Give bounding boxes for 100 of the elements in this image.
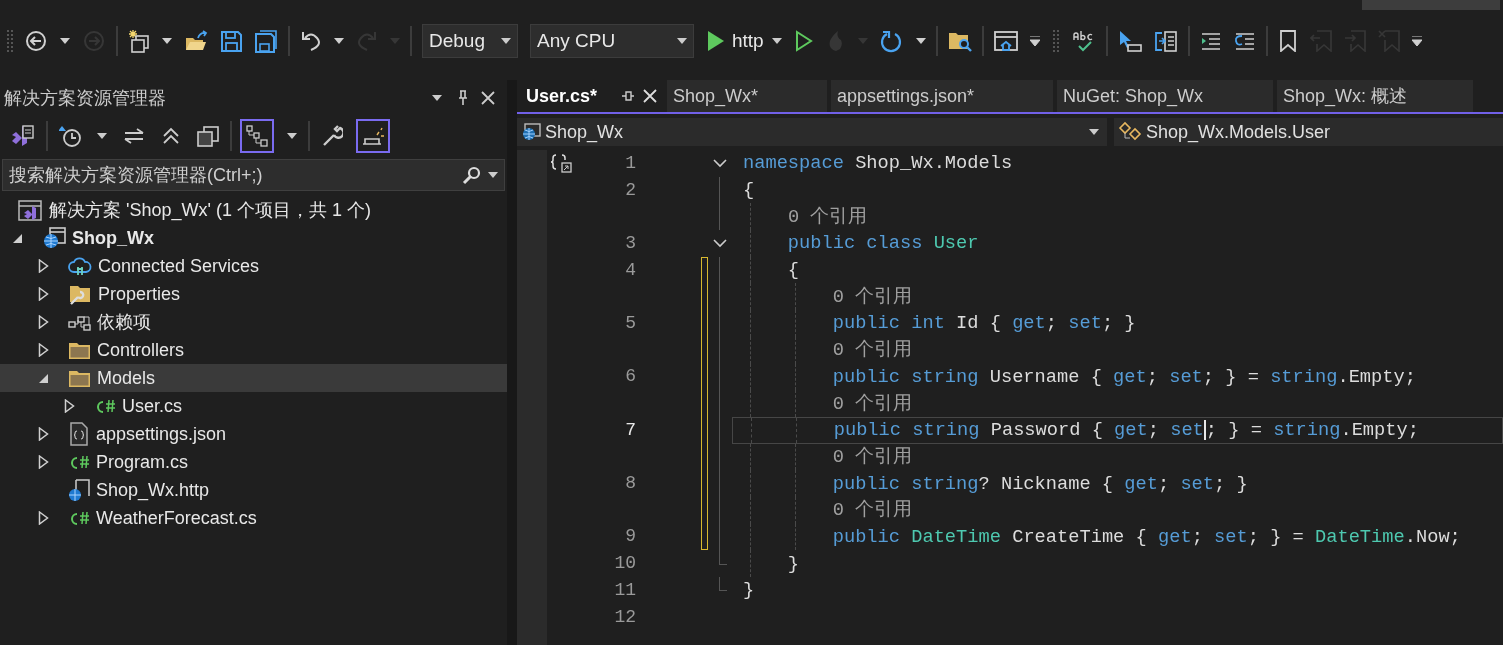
tree-item[interactable]: Shop_Wx.http	[0, 476, 507, 504]
tree-item[interactable]: Program.cs	[0, 448, 507, 476]
tree-item-label[interactable]: 解决方案 'Shop_Wx' (1 个项目，共 1 个)	[49, 196, 371, 224]
collapsed-arrow-icon[interactable]	[38, 455, 49, 469]
open-folder-icon[interactable]	[184, 30, 208, 52]
play-icon[interactable]	[793, 30, 814, 52]
member-dropdown[interactable]: Shop_Wx.Models.User	[1114, 118, 1503, 146]
collapsed-arrow-icon[interactable]	[38, 511, 49, 525]
save-icon[interactable]	[220, 29, 243, 53]
code-line: {	[743, 178, 755, 203]
reference-count[interactable]: 0 个引用	[832, 282, 913, 311]
tree-item[interactable]: appsettings.json	[0, 420, 507, 448]
save-all-icon[interactable]	[255, 29, 278, 53]
tree-item[interactable]: Connected Services	[0, 252, 507, 280]
configuration-dropdown[interactable]: Debug	[422, 24, 518, 58]
collapsed-arrow-icon[interactable]	[38, 315, 49, 329]
refresh-icon[interactable]	[879, 29, 904, 53]
collapsed-arrow-icon[interactable]	[38, 259, 49, 273]
reference-count[interactable]: 0 个引用	[832, 336, 913, 365]
platform-dropdown[interactable]: Any CPU	[530, 24, 694, 58]
search-placeholder: 搜索解决方案资源管理器(Ctrl+;)	[9, 163, 264, 187]
reference-count[interactable]: 0 个引用	[832, 442, 913, 471]
tree-view-button[interactable]	[240, 119, 274, 153]
preview-button[interactable]	[356, 119, 390, 153]
expanded-arrow-icon[interactable]	[12, 232, 23, 244]
folder-icon	[68, 340, 91, 360]
line-number: 8	[625, 473, 636, 494]
quick-action-icon[interactable]	[551, 153, 572, 174]
collapse-chevron-icon[interactable]	[713, 158, 727, 168]
caret-icon[interactable]	[488, 172, 498, 178]
folder-icon	[68, 368, 91, 388]
cursor-icon[interactable]	[1117, 30, 1142, 52]
solution-icon	[18, 199, 42, 221]
globe-icon	[42, 226, 66, 250]
line-number: 10	[614, 553, 636, 574]
reference-count[interactable]: 0 个引用	[832, 389, 913, 418]
code-line: public class User	[786, 231, 979, 257]
code-line: namespace Shop_Wx.Models	[743, 151, 1013, 177]
code-line: public int Id { get; set; }	[831, 311, 1136, 337]
tree-item[interactable]: Models	[0, 364, 507, 392]
pin-icon[interactable]	[621, 89, 635, 103]
tree-item[interactable]: Controllers	[0, 336, 507, 364]
indent-icon[interactable]	[1199, 30, 1222, 52]
project-dropdown[interactable]: Shop_Wx	[517, 118, 1107, 146]
reference-count[interactable]: 0 个引用	[787, 202, 868, 231]
editor-tab[interactable]: Shop_Wx: 概述	[1277, 80, 1473, 112]
line-number: 7	[625, 419, 636, 440]
collapsed-arrow-icon[interactable]	[38, 427, 49, 441]
reference-count[interactable]: 0 个引用	[832, 496, 913, 525]
caret-icon	[677, 38, 687, 44]
csharp-icon	[68, 509, 90, 527]
vs-icon	[11, 125, 35, 147]
json-file-icon	[68, 422, 90, 446]
overflow-icon[interactable]	[1411, 36, 1422, 46]
run-button[interactable]: http	[706, 24, 782, 58]
preview-icon	[361, 126, 385, 146]
grip-icon[interactable]	[6, 28, 14, 54]
globe-icon	[521, 122, 541, 142]
tree-item[interactable]: WeatherForecast.cs	[0, 504, 507, 532]
play-icon	[706, 30, 724, 52]
search-icon[interactable]	[462, 165, 482, 185]
editor-tab[interactable]: appsettings.json*	[831, 80, 1053, 112]
line-number: 2	[625, 179, 636, 200]
close-icon[interactable]	[643, 89, 657, 103]
search-field[interactable]: 搜索解决方案资源管理器(Ctrl+;)	[2, 159, 505, 191]
tree-item[interactable]: Shop_Wx	[0, 224, 507, 252]
line-number: 5	[625, 312, 636, 333]
editor-tab[interactable]: Shop_Wx*	[667, 80, 827, 112]
code-line: }	[786, 551, 800, 577]
collapsed-arrow-icon[interactable]	[38, 287, 49, 301]
caret-icon[interactable]	[915, 38, 926, 44]
collapse-icon	[161, 126, 181, 146]
tree-item[interactable]: Properties	[0, 280, 507, 308]
grip-icon[interactable]	[1051, 29, 1060, 53]
line-number: 1	[625, 152, 636, 173]
browser-icon[interactable]	[993, 30, 1018, 52]
collapse-chevron-icon[interactable]	[713, 238, 727, 248]
caret-icon[interactable]	[334, 38, 344, 44]
caret-icon[interactable]	[60, 38, 70, 44]
collapsed-arrow-icon[interactable]	[64, 399, 75, 413]
expanded-arrow-icon[interactable]	[38, 372, 49, 384]
close-icon[interactable]	[481, 91, 495, 105]
pin-icon[interactable]	[457, 90, 469, 106]
collapsed-arrow-icon[interactable]	[38, 343, 49, 357]
line-number: 3	[625, 232, 636, 253]
outdent-icon[interactable]	[1233, 30, 1256, 52]
code-line: public string? Nickname { get; set; }	[831, 471, 1248, 497]
undo-icon[interactable]	[300, 29, 322, 53]
tree-item[interactable]: User.cs	[0, 392, 507, 420]
compare-icon[interactable]	[1153, 29, 1178, 53]
bookmark-icon[interactable]	[1277, 30, 1298, 52]
caret-icon[interactable]	[162, 38, 172, 44]
caret-icon[interactable]	[431, 94, 443, 102]
wrench-icon	[321, 125, 343, 147]
clock-icon	[59, 125, 81, 147]
tree-item[interactable]: 依赖项	[0, 308, 507, 336]
code-line: public DateTime CreateTime { get; set; } = DateTime.Now;	[831, 524, 1461, 550]
overflow-icon[interactable]	[1029, 36, 1040, 46]
new-project-icon[interactable]	[128, 29, 150, 53]
editor-tab[interactable]: NuGet: Shop_Wx	[1057, 80, 1273, 112]
